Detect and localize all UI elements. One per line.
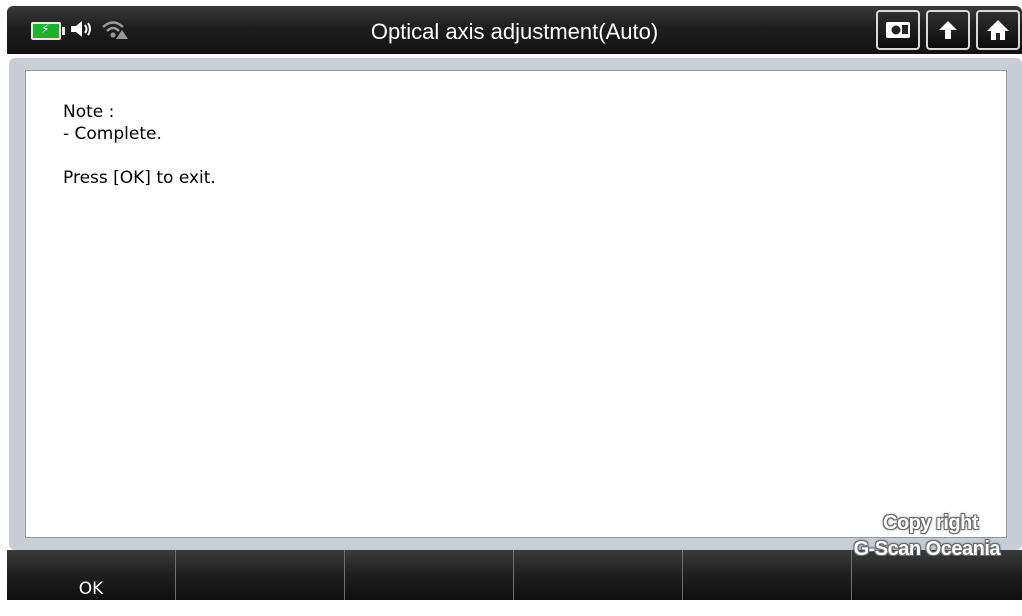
message-panel: Note : - Complete. Press [OK] to exit. [25, 70, 1007, 538]
watermark-line2: G-Scan Oceania [853, 538, 1001, 560]
softkey-2[interactable] [176, 550, 345, 600]
back-arrow-icon [939, 21, 957, 39]
toolbar-buttons [876, 10, 1020, 50]
softkey-3[interactable] [345, 550, 514, 600]
note-heading: Note : [63, 102, 115, 122]
home-button[interactable] [976, 10, 1020, 50]
home-icon [987, 20, 1009, 40]
ok-button[interactable]: OK [7, 550, 176, 600]
note-instruction: Press [OK] to exit. [63, 168, 216, 188]
softkey-4[interactable] [514, 550, 683, 600]
screen-capture-icon [886, 22, 910, 38]
note-status: - Complete. [63, 124, 162, 144]
message-text: Note : - Complete. Press [OK] to exit. [63, 101, 216, 189]
title-bar: ⚡ Optical axis adjustment(Auto) [7, 6, 1022, 54]
watermark-line1: Copy right [883, 512, 979, 534]
screen-capture-button[interactable] [876, 10, 920, 50]
page-title: Optical axis adjustment(Auto) [370, 19, 659, 44]
copyright-watermark: Copy right G-Scan Oceania [853, 510, 1001, 562]
content-frame: Note : - Complete. Press [OK] to exit. [9, 58, 1022, 550]
softkey-5[interactable] [683, 550, 852, 600]
back-button[interactable] [926, 10, 970, 50]
